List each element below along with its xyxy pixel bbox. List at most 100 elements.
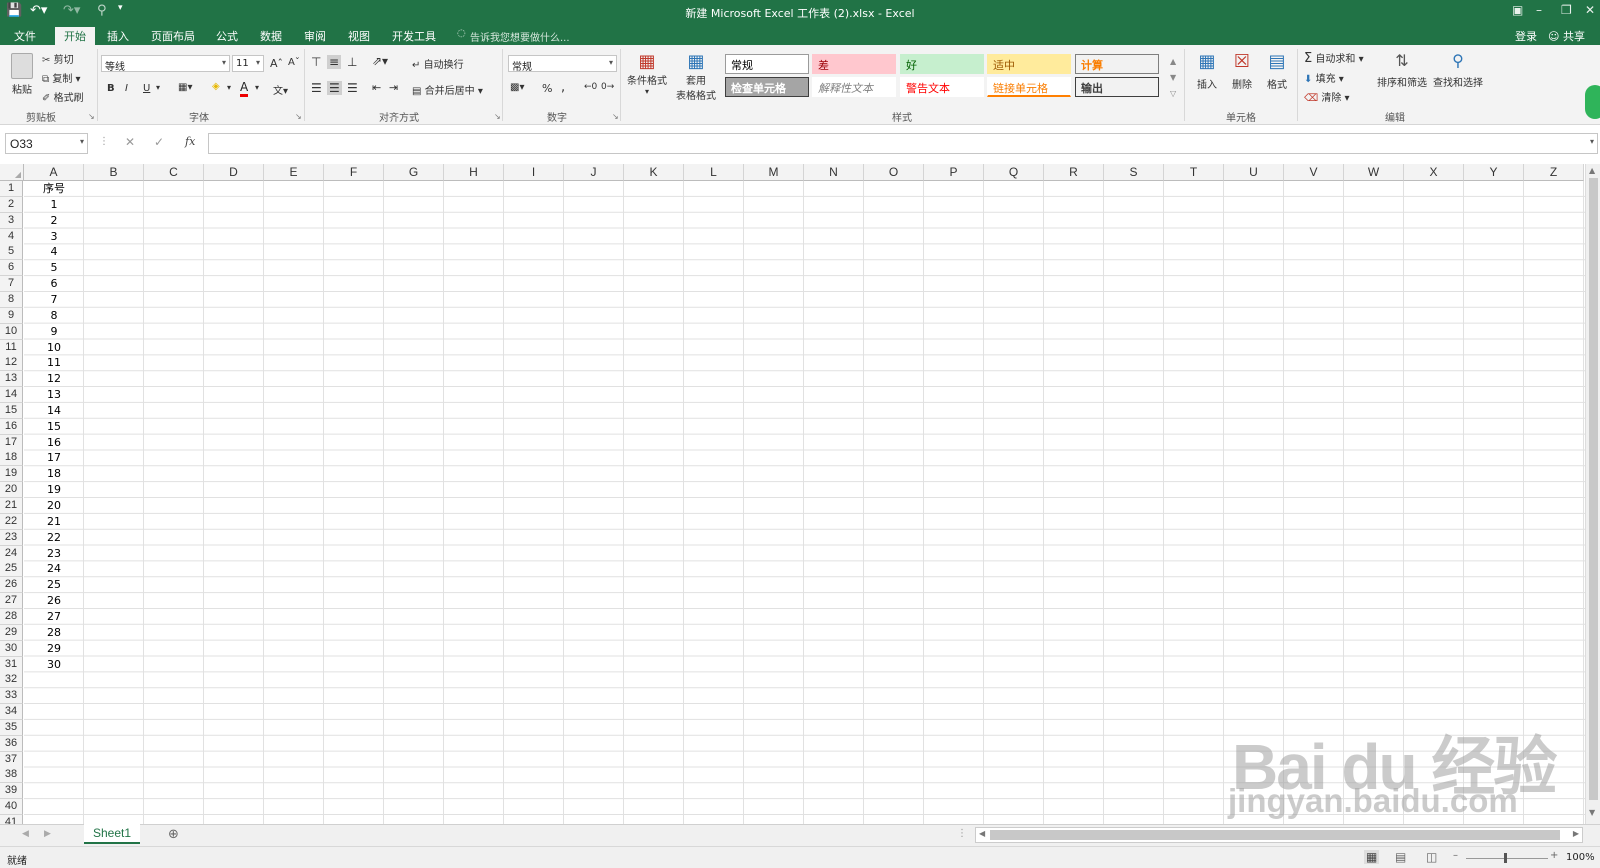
column-header-p[interactable]: P	[924, 164, 984, 181]
formula-input[interactable]: ▾	[208, 133, 1598, 154]
column-header-k[interactable]: K	[624, 164, 684, 181]
tab-file[interactable]: 文件	[14, 28, 36, 44]
share-button[interactable]: ☺ 共享	[1548, 28, 1585, 44]
row-header-8[interactable]: 8	[0, 291, 23, 308]
column-header-e[interactable]: E	[264, 164, 324, 181]
number-format-combo[interactable]: 常规 ▾	[508, 55, 617, 73]
insert-cells-button[interactable]: ▦ 插入	[1192, 51, 1222, 91]
tab-view[interactable]: 视图	[348, 28, 370, 44]
row-header-35[interactable]: 35	[0, 719, 23, 736]
row-header-19[interactable]: 19	[0, 466, 23, 483]
tab-formulas[interactable]: 公式	[216, 28, 238, 44]
currency-icon[interactable]: ▩▾	[510, 82, 524, 93]
scroll-right-icon[interactable]: ▶	[1573, 829, 1579, 838]
row-header-27[interactable]: 27	[0, 593, 23, 610]
increase-indent-icon[interactable]: ⇥	[389, 81, 398, 94]
table-cell[interactable]: 7	[24, 292, 84, 308]
select-all-corner[interactable]: ◢	[0, 164, 24, 181]
cell-style-1[interactable]: 差	[812, 54, 896, 74]
bold-button[interactable]: B	[107, 83, 115, 94]
column-header-v[interactable]: V	[1284, 164, 1344, 181]
column-header-z[interactable]: Z	[1524, 164, 1584, 181]
delete-cells-button[interactable]: ☒ 删除	[1227, 51, 1257, 91]
tab-insert[interactable]: 插入	[107, 28, 129, 44]
zoom-level[interactable]: 100%	[1566, 852, 1595, 863]
table-cell[interactable]: 21	[24, 514, 84, 530]
column-header-o[interactable]: O	[864, 164, 924, 181]
table-cell[interactable]: 30	[24, 657, 84, 673]
vertical-scroll-thumb[interactable]	[1589, 178, 1598, 800]
format-as-table-button[interactable]: ▦ 套用 表格格式	[672, 51, 720, 102]
row-header-21[interactable]: 21	[0, 498, 23, 514]
prev-sheet-icon[interactable]: ◀	[22, 829, 29, 839]
tab-data[interactable]: 数据	[260, 28, 282, 44]
row-header-36[interactable]: 36	[0, 735, 23, 752]
cell-style-8[interactable]: 链接单元格	[987, 77, 1071, 97]
alignment-launcher-icon[interactable]: ↘	[494, 112, 501, 121]
column-header-j[interactable]: J	[564, 164, 624, 181]
table-cell[interactable]: 23	[24, 546, 84, 562]
scroll-up-icon[interactable]: ▲	[1589, 166, 1595, 175]
table-cell[interactable]: 2	[24, 213, 84, 229]
table-cell[interactable]: 9	[24, 324, 84, 340]
cancel-icon[interactable]: ✕	[125, 135, 135, 149]
table-cell[interactable]: 6	[24, 276, 84, 292]
merge-center-button[interactable]: ▤ 合并后居中 ▾	[412, 82, 483, 97]
column-header-y[interactable]: Y	[1464, 164, 1524, 181]
clear-button[interactable]: ⌫ 清除 ▾	[1304, 89, 1350, 104]
table-cell[interactable]: 14	[24, 403, 84, 419]
row-header-20[interactable]: 20	[0, 482, 23, 499]
table-cell[interactable]: 15	[24, 419, 84, 435]
row-header-24[interactable]: 24	[0, 545, 23, 562]
column-header-n[interactable]: N	[804, 164, 864, 181]
font-size-combo[interactable]: 11 ▾	[232, 55, 264, 72]
horizontal-scroll-thumb[interactable]	[990, 830, 1560, 840]
align-center-icon[interactable]: ☰	[327, 81, 342, 95]
table-cell[interactable]: 4	[24, 244, 84, 260]
login-link[interactable]: 登录	[1515, 28, 1537, 44]
tell-me-search[interactable]: 告诉我您想要做什么...	[470, 29, 570, 44]
minimize-icon[interactable]: –	[1536, 3, 1542, 17]
table-cell[interactable]: 22	[24, 530, 84, 546]
decrease-indent-icon[interactable]: ⇤	[372, 81, 381, 94]
row-header-30[interactable]: 30	[0, 640, 23, 657]
column-header-r[interactable]: R	[1044, 164, 1104, 181]
expand-formula-icon[interactable]: ▾	[1590, 137, 1594, 146]
table-cell[interactable]: 3	[24, 229, 84, 245]
clipboard-launcher-icon[interactable]: ↘	[88, 112, 95, 121]
align-right-icon[interactable]: ☰	[347, 81, 358, 95]
italic-button[interactable]: I	[125, 83, 128, 94]
column-header-u[interactable]: U	[1224, 164, 1284, 181]
row-header-34[interactable]: 34	[0, 704, 23, 721]
row-header-1[interactable]: 1	[0, 181, 23, 197]
align-middle-icon[interactable]: ≡	[327, 55, 342, 69]
restore-icon[interactable]: ❐	[1561, 3, 1572, 17]
underline-dropdown-icon[interactable]: ▾	[156, 83, 160, 92]
column-header-i[interactable]: I	[504, 164, 564, 181]
column-header-h[interactable]: H	[444, 164, 504, 181]
gallery-more-icon[interactable]: ▽	[1170, 89, 1176, 98]
row-header-38[interactable]: 38	[0, 767, 23, 784]
cell-style-7[interactable]: 警告文本	[900, 77, 984, 97]
column-header-b[interactable]: B	[84, 164, 144, 181]
cell-style-6[interactable]: 解释性文本	[812, 77, 896, 97]
zoom-slider-thumb[interactable]	[1504, 853, 1507, 863]
fill-button[interactable]: ⬇ 填充 ▾	[1304, 70, 1344, 85]
row-header-10[interactable]: 10	[0, 323, 23, 340]
page-layout-view-icon[interactable]: ▤	[1395, 850, 1406, 864]
underline-button[interactable]: U	[143, 83, 150, 94]
row-header-25[interactable]: 25	[0, 561, 23, 578]
tab-home[interactable]: 开始	[55, 27, 95, 45]
row-header-37[interactable]: 37	[0, 751, 23, 768]
percent-button[interactable]: %	[542, 82, 552, 95]
font-name-combo[interactable]: 等线 ▾	[101, 55, 230, 73]
tab-page-layout[interactable]: 页面布局	[151, 28, 195, 44]
table-cell[interactable]: 1	[24, 197, 84, 213]
table-cell[interactable]: 18	[24, 466, 84, 482]
column-header-w[interactable]: W	[1344, 164, 1404, 181]
table-cell[interactable]: 10	[24, 340, 84, 356]
row-header-16[interactable]: 16	[0, 418, 23, 435]
header-cell[interactable]: 序号	[24, 181, 84, 197]
row-header-14[interactable]: 14	[0, 387, 23, 404]
row-header-33[interactable]: 33	[0, 688, 23, 705]
